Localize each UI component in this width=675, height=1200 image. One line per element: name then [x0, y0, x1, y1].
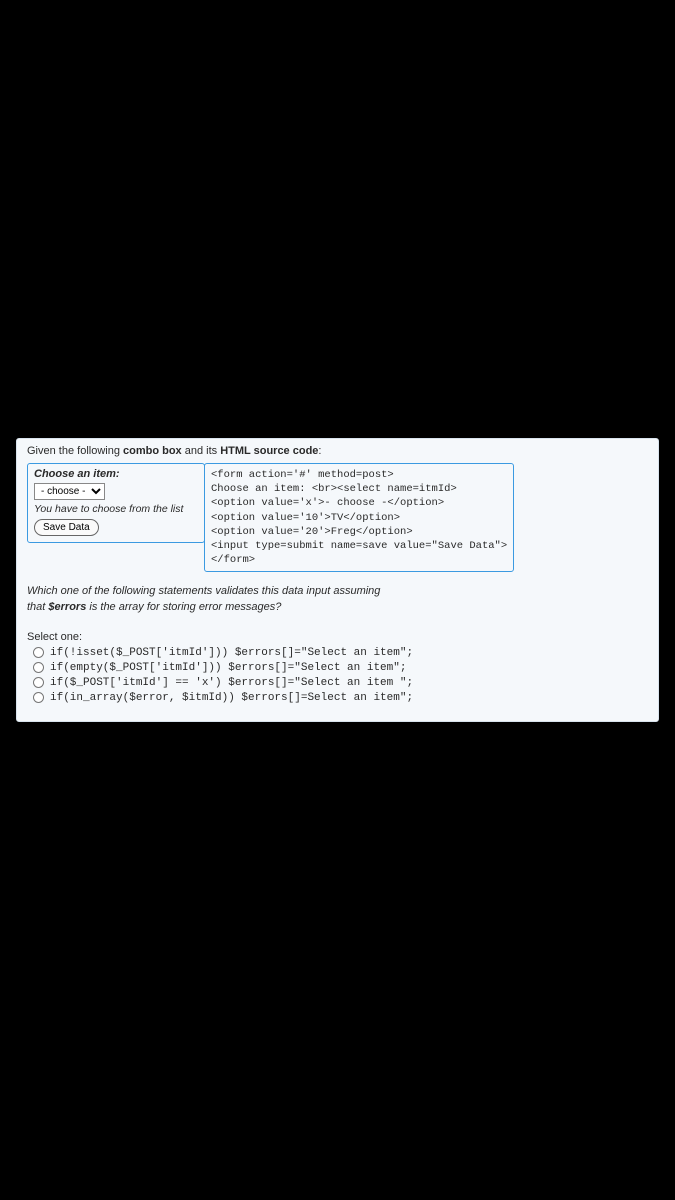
- option-b-row: if(empty($_POST['itmId'])) $errors[]="Se…: [33, 662, 648, 674]
- option-d-text: if(in_array($error, $itmId)) $errors[]=S…: [50, 692, 413, 704]
- question-text: Which one of the following statements va…: [27, 584, 648, 615]
- question-line2c: is the array for storing error messages?: [86, 601, 281, 613]
- select-one-label: Select one:: [27, 631, 648, 643]
- choose-label: Choose an item:: [34, 468, 198, 480]
- example-row: Choose an item: - choose - You have to c…: [27, 463, 648, 572]
- option-b-text: if(empty($_POST['itmId'])) $errors[]="Se…: [50, 662, 406, 674]
- code-line-1: <form action='#' method=post>: [211, 468, 507, 482]
- option-a-row: if(!isset($_POST['itmId'])) $errors[]="S…: [33, 647, 648, 659]
- option-b-radio[interactable]: [33, 662, 44, 673]
- option-a-radio[interactable]: [33, 647, 44, 658]
- question-errors-var: $errors: [48, 601, 86, 613]
- code-line-2: Choose an item: <br><select name=itmId>: [211, 482, 507, 496]
- option-c-row: if($_POST['itmId'] == 'x') $errors[]="Se…: [33, 677, 648, 689]
- option-c-radio[interactable]: [33, 677, 44, 688]
- hint-text: You have to choose from the list: [34, 503, 198, 515]
- code-line-6: <input type=submit name=save value="Save…: [211, 539, 507, 553]
- intro-part3: :: [318, 445, 321, 457]
- code-box: <form action='#' method=post> Choose an …: [204, 463, 514, 572]
- intro-part1: Given the following: [27, 445, 123, 457]
- option-a-text: if(!isset($_POST['itmId'])) $errors[]="S…: [50, 647, 413, 659]
- item-select[interactable]: - choose -: [34, 483, 105, 500]
- intro-bold1: combo box: [123, 445, 182, 457]
- code-line-7: </form>: [211, 553, 507, 567]
- option-d-row: if(in_array($error, $itmId)) $errors[]=S…: [33, 692, 648, 704]
- intro-text: Given the following combo box and its HT…: [27, 445, 648, 457]
- question-line1: Which one of the following statements va…: [27, 585, 380, 597]
- code-line-4: <option value='10'>TV</option>: [211, 511, 507, 525]
- question-card: Given the following combo box and its HT…: [16, 438, 659, 722]
- question-line2a: that: [27, 601, 48, 613]
- code-line-5: <option value='20'>Freg</option>: [211, 525, 507, 539]
- intro-bold2: HTML source code: [220, 445, 318, 457]
- intro-part2: and its: [182, 445, 221, 457]
- form-preview-box: Choose an item: - choose - You have to c…: [27, 463, 205, 543]
- code-line-3: <option value='x'>- choose -</option>: [211, 496, 507, 510]
- save-button[interactable]: Save Data: [34, 519, 99, 536]
- option-d-radio[interactable]: [33, 692, 44, 703]
- option-c-text: if($_POST['itmId'] == 'x') $errors[]="Se…: [50, 677, 413, 689]
